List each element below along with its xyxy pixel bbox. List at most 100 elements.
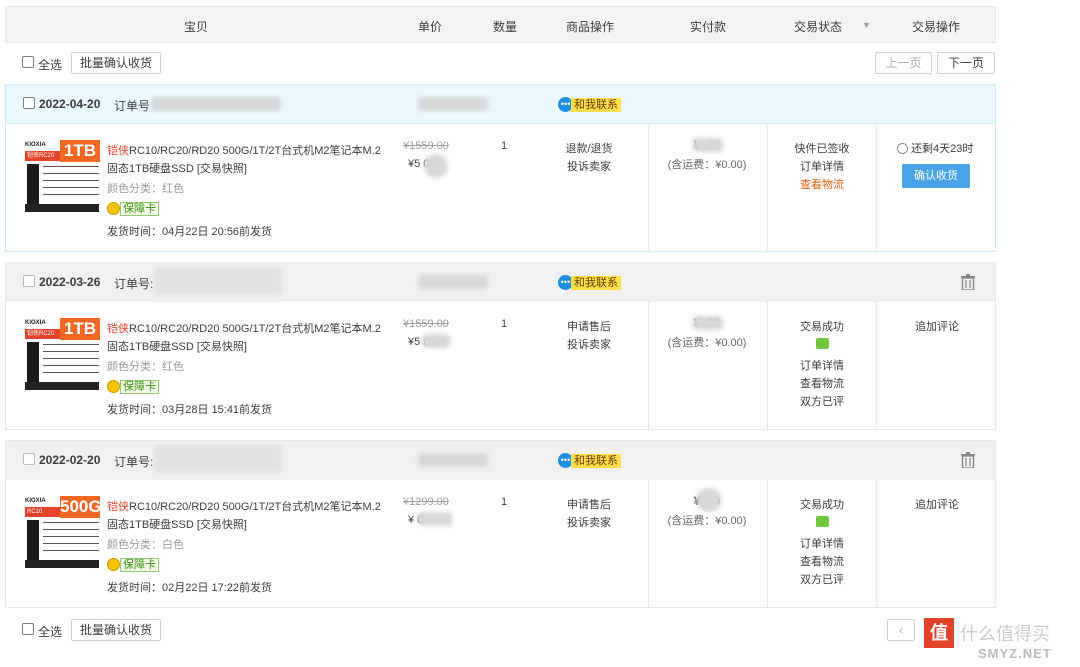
clock-icon (897, 143, 908, 154)
ship-time: 发货时间：03月28日 15:41前发货 (107, 404, 273, 416)
top-toolbar: 全选 批量确认收货 上一页 下一页 (5, 52, 996, 78)
order-card: 2022-04-20 订单号 ••• 和我联系 KIOXIA 铠侠RC20 1T… (5, 84, 996, 252)
view-logistics-link[interactable]: 查看物流 (768, 553, 876, 571)
order-number-redacted (154, 445, 282, 473)
col-unit-price: 单价 (418, 20, 443, 34)
view-logistics-link[interactable]: 查看物流 (768, 375, 876, 393)
delete-order-trash-icon[interactable] (961, 452, 975, 468)
watermark-text: 什么值得买 (960, 624, 1050, 644)
order-date: 2022-04-20 (39, 97, 101, 111)
ship-time: 发货时间：02月22日 17:22前发货 (107, 582, 273, 594)
complain-seller-link[interactable]: 投诉卖家 (546, 514, 632, 532)
delete-order-trash-icon[interactable] (961, 274, 975, 290)
watermark-logo: 值 (924, 618, 954, 648)
col-quantity: 数量 (493, 20, 518, 34)
product-color: 颜色分类：白色 (107, 539, 184, 551)
seller-name-redacted (418, 275, 488, 289)
select-all-label[interactable]: 全选 (38, 56, 62, 73)
order-number-redacted (154, 267, 282, 295)
col-item: 宝贝 (184, 20, 209, 34)
confirm-receipt-button[interactable]: 确认收货 (902, 164, 970, 188)
after-sales-link[interactable]: 申请售后 (546, 318, 632, 336)
order-detail-link[interactable]: 订单详情 (768, 158, 876, 176)
batch-confirm-button[interactable]: 批量确认收货 (71, 619, 161, 641)
bottom-toolbar: 全选 批量确认收货 ‹ (5, 618, 996, 644)
order-body: KIOXIA 铠侠RC20 1TB 铠侠RC10/RC20/RD20 500G/… (6, 302, 995, 430)
product-thumbnail[interactable]: KIOXIA 铠侠RC20 1TB (23, 140, 103, 215)
order-checkbox[interactable] (23, 275, 35, 287)
original-price: ¥1559.00 (403, 318, 449, 330)
product-title-link[interactable]: 铠侠RC10/RC20/RD20 500G/1T/2T台式机M2笔记本M.2固态… (107, 142, 387, 178)
complain-seller-link[interactable]: 投诉卖家 (546, 336, 632, 354)
shipping-fee: (含运费：¥0.00) (667, 159, 747, 171)
refund-return-link[interactable]: 退款/退货 (546, 140, 632, 158)
order-date: 2022-02-20 (39, 453, 101, 467)
batch-confirm-button[interactable]: 批量确认收货 (71, 52, 161, 74)
order-status: 交易成功 订单详情 查看物流 双方已评 (768, 496, 876, 589)
complain-seller-link[interactable]: 投诉卖家 (546, 158, 632, 176)
order-card: 2022-02-20 订单号: ••• 和我联系 KIOXIA RC10 500… (5, 440, 996, 608)
guarantee-icon (107, 380, 120, 393)
guarantee-icon (107, 558, 120, 571)
shipping-fee: (含运费：¥0.00) (667, 515, 747, 527)
col-actions: 交易操作 (912, 20, 961, 34)
order-body: KIOXIA 铠侠RC20 1TB 铠侠RC10/RC20/RD20 500G/… (6, 124, 995, 252)
remaining-time: 还剩4天23时 (897, 140, 973, 156)
order-number-label: 订单号 (114, 99, 151, 113)
col-status[interactable]: 交易状态 (794, 18, 842, 35)
order-date: 2022-03-26 (39, 275, 101, 289)
product-color: 颜色分类：红色 (107, 183, 184, 195)
item-ops: 申请售后 投诉卖家 (546, 496, 632, 532)
select-all-checkbox[interactable] (22, 56, 34, 68)
original-price: ¥1299.00 (403, 496, 449, 508)
quantity: 1 (501, 318, 508, 330)
order-checkbox[interactable] (23, 453, 35, 465)
next-page-button[interactable]: 下一页 (937, 52, 995, 74)
shipping-fee: (含运费：¥0.00) (667, 337, 747, 349)
product-thumbnail[interactable]: KIOXIA 铠侠RC20 1TB (23, 318, 103, 393)
order-number-label: 订单号: (114, 455, 154, 469)
order-header: 2022-04-20 订单号 ••• 和我联系 (6, 85, 995, 124)
select-all-label[interactable]: 全选 (38, 623, 62, 640)
order-number-label: 订单号: (114, 277, 154, 291)
product-title-link[interactable]: 铠侠RC10/RC20/RD20 500G/1T/2T台式机M2笔记本M.2固态… (107, 320, 387, 356)
order-body: KIOXIA RC10 500G 铠侠RC10/RC20/RD20 500G/1… (6, 480, 995, 608)
add-review-link[interactable]: 追加评论 (877, 318, 997, 334)
status-text: 交易成功 (800, 321, 844, 333)
col-paid: 实付款 (690, 20, 727, 34)
order-detail-link[interactable]: 订单详情 (768, 535, 876, 553)
order-detail-link[interactable]: 订单详情 (768, 357, 876, 375)
status-filter-caret-icon[interactable]: ▼ (862, 20, 871, 30)
watermark-site: SMYZ.NET (978, 646, 1052, 661)
order-checkbox[interactable] (23, 97, 35, 109)
quantity: 1 (501, 496, 508, 508)
product-color: 颜色分类：红色 (107, 361, 184, 373)
product-title-link[interactable]: 铠侠RC10/RC20/RD20 500G/1T/2T台式机M2笔记本M.2固态… (107, 498, 387, 534)
guarantee-icon (107, 202, 120, 215)
item-ops: 申请售后 投诉卖家 (546, 318, 632, 354)
select-all-checkbox[interactable] (22, 623, 34, 635)
seller-name-redacted (418, 453, 488, 467)
chat-icon[interactable] (815, 338, 829, 349)
quantity: 1 (501, 140, 508, 152)
status-text: 快件已签收 (794, 143, 850, 155)
add-review-link[interactable]: 追加评论 (877, 496, 997, 512)
site-watermark: 值 什么值得买 SMYZ.NET (920, 618, 1080, 667)
both-reviewed-text: 双方已评 (800, 396, 844, 408)
order-header: 2022-03-26 订单号: ••• 和我联系 (6, 263, 995, 302)
chat-icon[interactable] (815, 516, 829, 527)
original-price: ¥1559.00 (403, 140, 449, 152)
product-thumbnail[interactable]: KIOXIA RC10 500G (23, 496, 103, 571)
ship-time: 发货时间：04月22日 20:56前发货 (107, 226, 273, 238)
seller-name-redacted (418, 97, 488, 111)
prev-page-arrow-icon[interactable]: ‹ (887, 619, 915, 641)
order-card: 2022-03-26 订单号: ••• 和我联系 KIOXIA 铠侠RC20 1… (5, 262, 996, 430)
view-logistics-link[interactable]: 查看物流 (768, 176, 876, 194)
col-item-ops: 商品操作 (566, 20, 615, 34)
order-status: 快件已签收 订单详情 查看物流 (768, 140, 876, 194)
order-status: 交易成功 订单详情 查看物流 双方已评 (768, 318, 876, 411)
prev-page-button[interactable]: 上一页 (875, 52, 932, 74)
item-ops: 退款/退货 投诉卖家 (546, 140, 632, 176)
order-header: 2022-02-20 订单号: ••• 和我联系 (6, 441, 995, 480)
after-sales-link[interactable]: 申请售后 (546, 496, 632, 514)
